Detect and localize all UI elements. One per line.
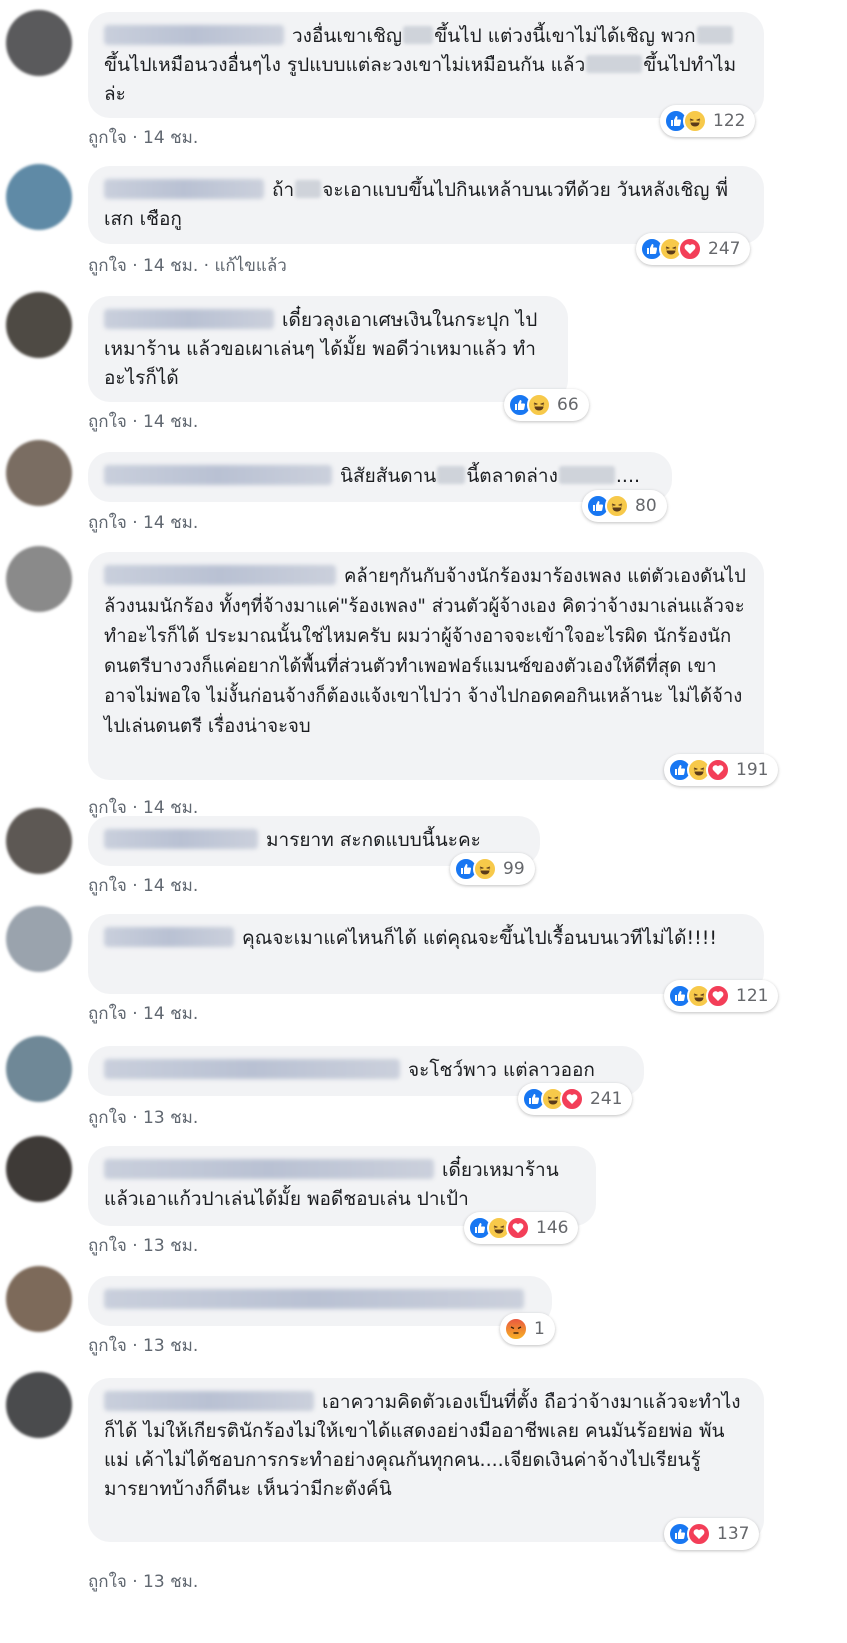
commenter-name[interactable] (104, 179, 264, 199)
comment-meta[interactable]: ถูกใจ · 13 ชม. (88, 1332, 198, 1359)
reaction-summary[interactable]: 137 (664, 1518, 760, 1550)
comment-text: นิสัยสันดาน นี้ตลาดล่าง.... (104, 462, 656, 491)
reaction-summary[interactable]: 121 (664, 980, 779, 1012)
comment-meta[interactable]: ถูกใจ · 14 ชม. (88, 124, 198, 151)
haha-icon (527, 393, 551, 417)
comment-text: มารยาท สะกดแบบนี้นะคะ (104, 826, 524, 855)
comment-meta[interactable]: ถูกใจ · 14 ชม. (88, 872, 198, 899)
comment-text: วงอื่นเขาเชิญ ขึ้นไป แต่วงนี้เขาไม่ได้เชิ… (104, 22, 748, 109)
comment-bubble: คุณจะเมาแค่ไหนก็ได้ แต่คุณจะขึ้นไปเรื้อน… (88, 914, 764, 994)
reaction-summary[interactable]: 66 (504, 389, 589, 421)
love-icon (560, 1087, 584, 1111)
love-icon (706, 758, 730, 782)
comment-body: นิสัยสันดาน นี้ตลาดล่าง.... (340, 465, 641, 487)
love-icon (506, 1216, 530, 1240)
comment-meta[interactable]: ถูกใจ · 13 ชม. (88, 1104, 198, 1131)
love-icon (678, 237, 702, 261)
reaction-count: 80 (635, 496, 657, 516)
reaction-count: 99 (503, 859, 525, 879)
comment-meta[interactable]: ถูกใจ · 13 ชม. (88, 1568, 198, 1595)
reaction-count: 121 (736, 986, 769, 1006)
reaction-summary[interactable]: 146 (464, 1212, 579, 1244)
commenter-name[interactable] (104, 1059, 400, 1079)
comment-bubble: เดี๋ยวลุงเอาเศษเงินในกระปุก ไปเหมาร้าน แ… (88, 296, 568, 402)
reaction-summary[interactable]: 247 (636, 233, 751, 265)
comment-bubble: นิสัยสันดาน นี้ตลาดล่าง.... (88, 452, 672, 502)
comment-text (104, 1286, 536, 1315)
commenter-name[interactable] (104, 1391, 314, 1411)
comment-meta[interactable]: ถูกใจ · 14 ชม. (88, 408, 198, 435)
commenter-name[interactable] (104, 309, 274, 329)
commenter-name[interactable] (104, 1159, 434, 1179)
haha-icon (473, 857, 497, 881)
reaction-count: 1 (534, 1319, 545, 1339)
avatar[interactable] (6, 292, 72, 358)
reaction-count: 247 (708, 239, 741, 259)
reaction-summary[interactable]: 80 (582, 490, 667, 522)
avatar[interactable] (6, 1136, 72, 1202)
commenter-name[interactable] (104, 25, 284, 45)
comment-bubble: คล้ายๆกันกับจ้างนักร้องมาร้องเพลง แต่ตัว… (88, 552, 764, 780)
reaction-count: 66 (557, 395, 579, 415)
avatar[interactable] (6, 164, 72, 230)
comment-meta[interactable]: ถูกใจ · 14 ชม. · แก้ไขแล้ว (88, 252, 287, 279)
love-icon (706, 984, 730, 1008)
avatar[interactable] (6, 546, 72, 612)
comment-bubble: เอาความคิดตัวเองเป็นที่ตั้ง ถือว่าจ้างมา… (88, 1378, 764, 1542)
haha-icon (683, 109, 707, 133)
reaction-count: 241 (590, 1089, 623, 1109)
comment-meta[interactable]: ถูกใจ · 13 ชม. (88, 1232, 198, 1259)
comment-body: จะโชว์พาว แต่ลาวออก (408, 1059, 595, 1081)
commenter-name[interactable] (104, 465, 332, 485)
reaction-count: 191 (736, 760, 769, 780)
reaction-summary[interactable]: 122 (660, 105, 756, 137)
reaction-summary[interactable]: 99 (450, 853, 535, 885)
comment-body: คุณจะเมาแค่ไหนก็ได้ แต่คุณจะขึ้นไปเรื้อน… (242, 927, 717, 949)
comment-text: คล้ายๆกันกับจ้างนักร้องมาร้องเพลง แต่ตัว… (104, 562, 748, 742)
reaction-count: 122 (713, 111, 746, 131)
avatar[interactable] (6, 1266, 72, 1332)
comment-text: จะโชว์พาว แต่ลาวออก (104, 1056, 628, 1085)
avatar[interactable] (6, 10, 72, 76)
reaction-count: 137 (717, 1524, 750, 1544)
comment-bubble: วงอื่นเขาเชิญ ขึ้นไป แต่วงนี้เขาไม่ได้เชิ… (88, 12, 764, 118)
avatar[interactable] (6, 906, 72, 972)
commenter-name[interactable] (104, 1289, 524, 1309)
comment-body: มารยาท สะกดแบบนี้นะคะ (266, 829, 481, 851)
avatar[interactable] (6, 440, 72, 506)
love-icon (687, 1522, 711, 1546)
commenter-name[interactable] (104, 927, 234, 947)
comment-text: เอาความคิดตัวเองเป็นที่ตั้ง ถือว่าจ้างมา… (104, 1388, 748, 1504)
comment-bubble (88, 1276, 552, 1326)
avatar[interactable] (6, 1372, 72, 1438)
haha-icon (605, 494, 629, 518)
reaction-summary[interactable]: 241 (518, 1083, 633, 1115)
comment-text: เดี๋ยวเหมาร้าน แล้วเอาแก้วปาเล่นได้มั้ย … (104, 1156, 580, 1214)
reaction-summary[interactable]: 191 (664, 754, 779, 786)
avatar[interactable] (6, 1036, 72, 1102)
comment-text: ถ้า จะเอาแบบขึ้นไปกินเหล้าบนเวทีด้วย วันห… (104, 176, 748, 234)
comment-meta[interactable]: ถูกใจ · 14 ชม. (88, 509, 198, 536)
avatar[interactable] (6, 808, 72, 874)
commenter-name[interactable] (104, 829, 258, 849)
comment-text: คุณจะเมาแค่ไหนก็ได้ แต่คุณจะขึ้นไปเรื้อน… (104, 924, 748, 953)
comment-meta[interactable]: ถูกใจ · 14 ชม. (88, 1000, 198, 1027)
angry-icon (504, 1317, 528, 1341)
reaction-summary[interactable]: 1 (500, 1313, 555, 1345)
commenter-name[interactable] (104, 565, 336, 585)
comment-text: เดี๋ยวลุงเอาเศษเงินในกระปุก ไปเหมาร้าน แ… (104, 306, 552, 393)
reaction-count: 146 (536, 1218, 569, 1238)
comment-body: คล้ายๆกันกับจ้างนักร้องมาร้องเพลง แต่ตัว… (104, 566, 746, 737)
